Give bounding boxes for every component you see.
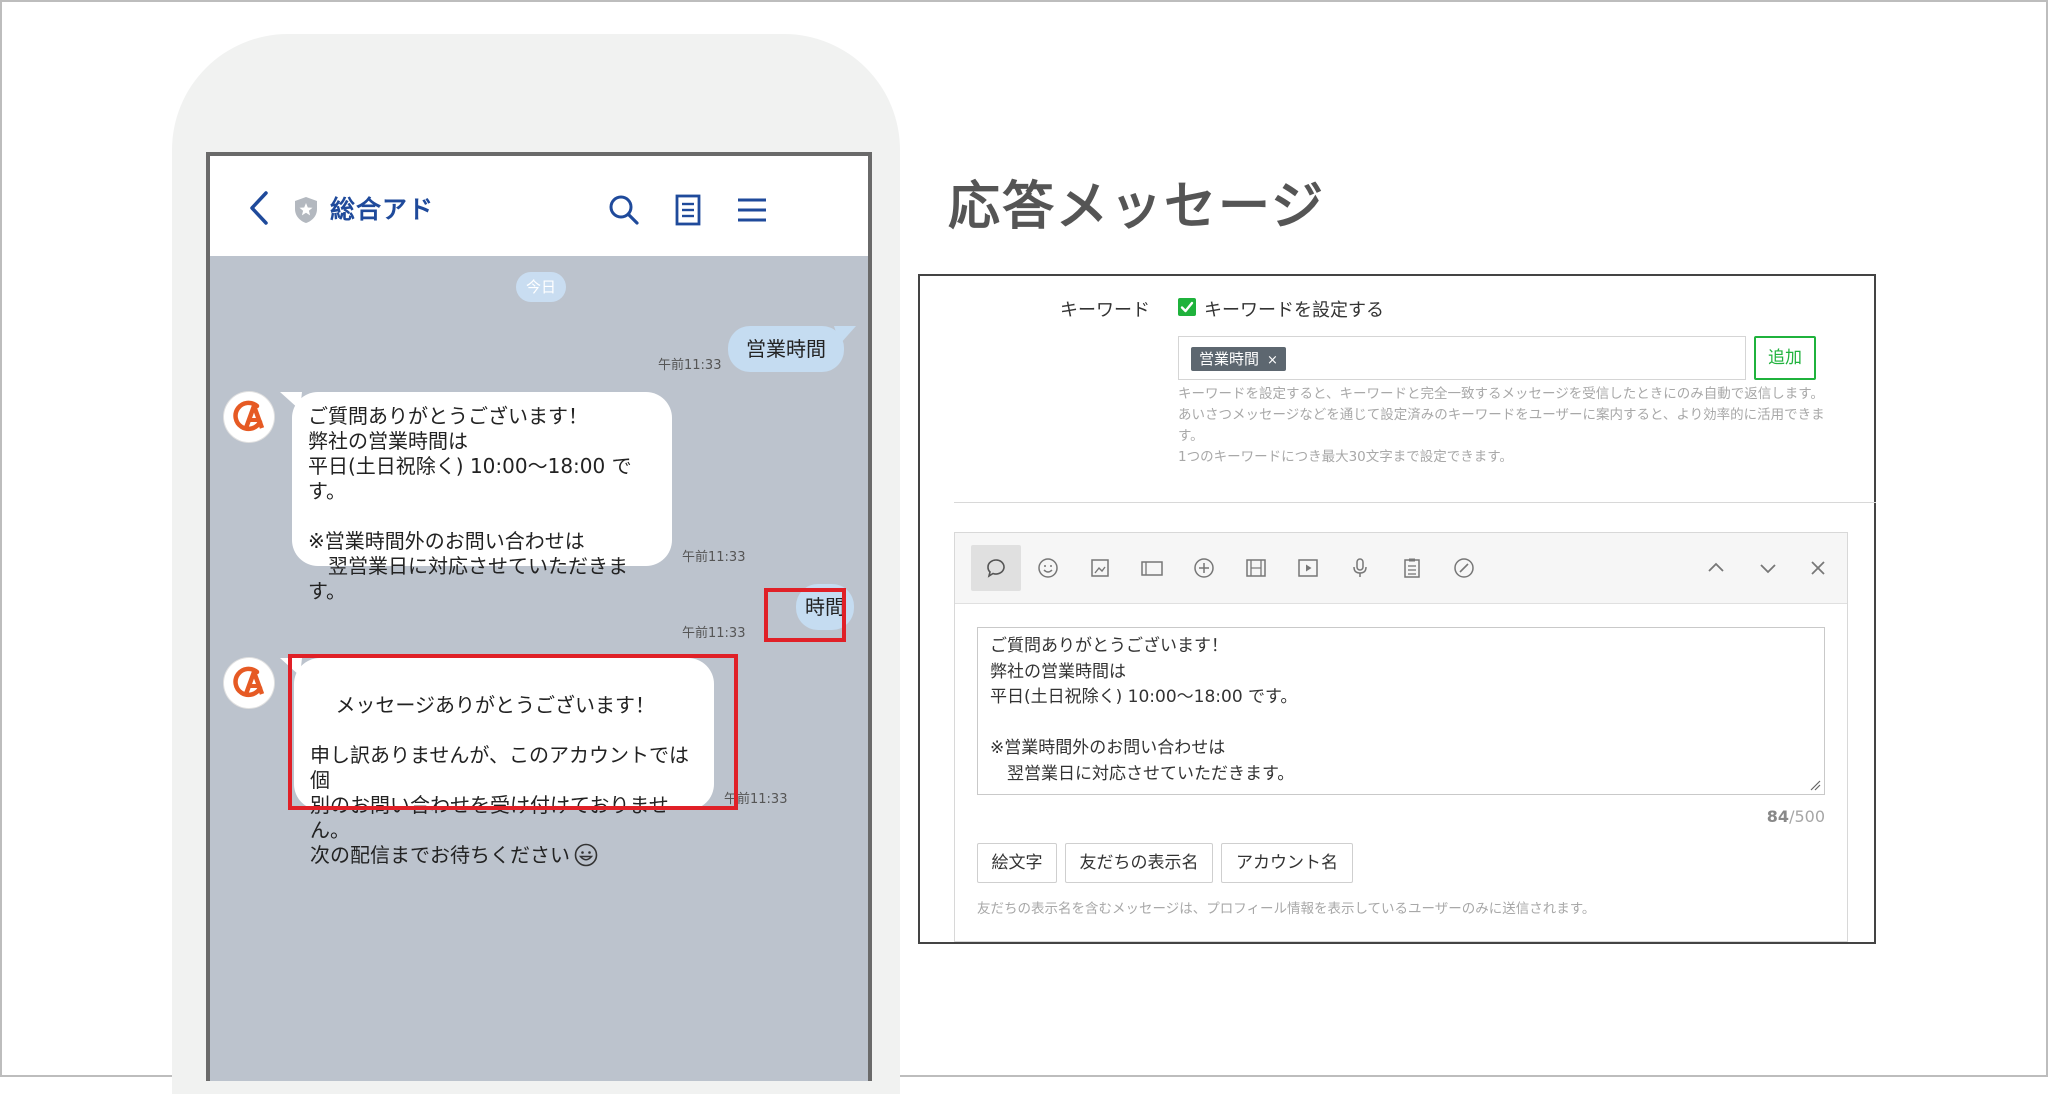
note-icon[interactable] [672, 194, 704, 226]
clipboard-icon [1404, 558, 1420, 578]
divider [954, 502, 1876, 503]
date-separator: 今日 [516, 272, 566, 302]
coupon-tab[interactable] [1179, 545, 1229, 591]
account-logo-icon [233, 400, 265, 432]
account-avatar [224, 392, 274, 442]
menu-icon[interactable] [736, 194, 768, 226]
chevron-down-icon [1760, 564, 1776, 574]
chat-message-user: 営業時間 [728, 326, 844, 372]
insert-friend-name-button[interactable]: 友だちの表示名 [1065, 843, 1213, 883]
image-icon [1091, 559, 1109, 577]
text-message-tab[interactable] [971, 545, 1021, 591]
highlight-box-user-keyword [764, 588, 846, 642]
add-keyword-button[interactable]: 追加 [1754, 336, 1816, 380]
sticker-tab[interactable] [1023, 545, 1073, 591]
research-tab[interactable] [1387, 545, 1437, 591]
microphone-icon [1353, 558, 1367, 577]
keyword-tag-label: 営業時間 [1199, 350, 1260, 368]
keyword-checkbox-label[interactable]: キーワードを設定する [1204, 296, 1384, 322]
section-title: 応答メッセージ [948, 177, 1325, 237]
back-arrow-icon[interactable] [246, 190, 272, 226]
character-count-current: 84 [1766, 807, 1790, 826]
move-down-button[interactable] [1743, 545, 1793, 591]
message-editor: ご質問ありがとうございます！ 弊社の営業時間は 平日(土日祝除く) 10:00〜… [954, 532, 1848, 942]
message-timestamp: 午前11:33 [682, 626, 746, 641]
chat-message-account: ご質問ありがとうございます！ 弊社の営業時間は 平日(土日祝除く) 10:00〜… [292, 392, 672, 603]
smiley-icon [1038, 558, 1058, 578]
chat-header: 総合アド [210, 156, 868, 256]
video-tab[interactable] [1283, 545, 1333, 591]
image-tab[interactable] [1075, 545, 1125, 591]
play-icon [1298, 559, 1318, 577]
card-message-tab[interactable] [1127, 545, 1177, 591]
card-icon [1141, 561, 1163, 576]
rich-message-tab[interactable] [1439, 545, 1489, 591]
editor-toolbar [955, 533, 1847, 604]
search-icon[interactable] [608, 194, 640, 226]
character-count-max: /500 [1789, 807, 1825, 826]
account-avatar [224, 658, 274, 708]
close-icon [1811, 561, 1825, 575]
keyword-help-text: キーワードを設定すると、キーワードと完全一致するメッセージを受信したときにのみ自… [1178, 386, 1825, 465]
editor-note: 友だちの表示名を含むメッセージは、プロフィール情報を表示しているユーザーのみに送… [977, 901, 1596, 917]
resize-grip-icon[interactable] [1809, 779, 1821, 791]
speech-bubble-icon [987, 559, 1005, 578]
auto-response-settings-panel: キーワード キーワードを設定する 営業時間 × 追加 キーワードを設定すると、キー… [918, 274, 1876, 944]
chevron-up-icon [1708, 562, 1724, 572]
keyword-checkbox[interactable] [1178, 298, 1196, 316]
message-textarea[interactable]: ご質問ありがとうございます！ 弊社の営業時間は 平日(土日祝除く) 10:00〜… [977, 627, 1825, 795]
highlight-box-default-reply [288, 654, 738, 810]
official-shield-icon [295, 197, 317, 223]
smiley-emoji-icon [574, 843, 598, 867]
insert-emoji-button[interactable]: 絵文字 [977, 843, 1057, 883]
keyword-input[interactable]: 営業時間 × [1178, 336, 1746, 380]
coupon-icon [1194, 558, 1214, 578]
video-frames-icon [1246, 559, 1266, 577]
move-up-button[interactable] [1691, 545, 1741, 591]
rich-video-tab[interactable] [1231, 545, 1281, 591]
message-timestamp: 午前11:33 [658, 358, 722, 373]
delete-message-button[interactable] [1793, 545, 1843, 591]
bubble-tail [834, 326, 856, 344]
chat-title: 総合アド [330, 195, 435, 224]
character-count: 84/500 [1733, 807, 1825, 826]
insert-account-name-button[interactable]: アカウント名 [1221, 843, 1353, 883]
pen-icon [1454, 558, 1474, 578]
keyword-tag: 営業時間 × [1191, 347, 1286, 371]
audio-tab[interactable] [1335, 545, 1385, 591]
keyword-label: キーワード [1060, 300, 1150, 321]
checkmark-icon [1180, 301, 1194, 313]
remove-tag-icon[interactable]: × [1267, 353, 1278, 368]
account-logo-icon [233, 666, 265, 698]
message-timestamp: 午前11:33 [682, 550, 746, 565]
